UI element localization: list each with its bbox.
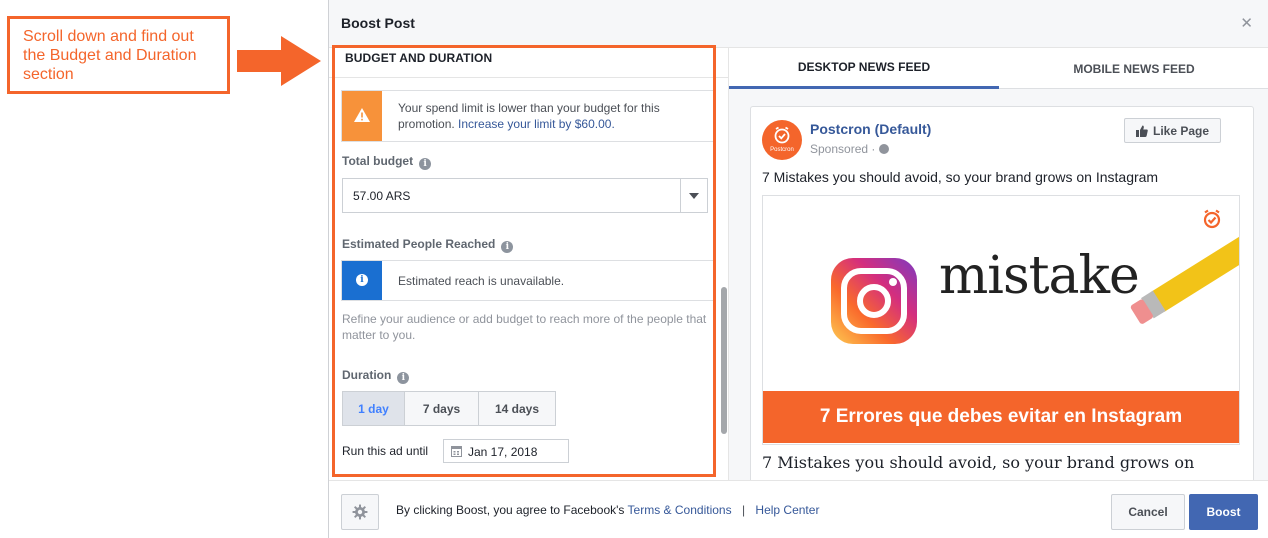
separator: | xyxy=(741,503,746,517)
gear-icon xyxy=(352,504,368,520)
post-image[interactable]: mistake 7 Errores que debes evitar en In… xyxy=(762,195,1240,445)
pencil-eraser-icon xyxy=(1130,236,1239,324)
info-circle-icon: i xyxy=(342,261,382,300)
arrow-right-icon xyxy=(237,36,321,86)
page-name-link[interactable]: Postcron (Default) xyxy=(810,121,931,137)
chevron-down-icon[interactable] xyxy=(680,179,707,212)
tab-mobile-news-feed[interactable]: MOBILE NEWS FEED xyxy=(999,48,1268,89)
duration-selector: 1 day 7 days 14 days xyxy=(342,391,556,426)
preview-tabs: DESKTOP NEWS FEED MOBILE NEWS FEED xyxy=(729,48,1268,89)
increase-limit-link[interactable]: Increase your limit by $60.00. xyxy=(458,117,615,131)
section-title: BUDGET AND DURATION xyxy=(345,51,493,65)
image-banner: 7 Errores que debes evitar en Instagram xyxy=(763,391,1239,443)
section-header: BUDGET AND DURATION xyxy=(329,48,728,78)
spend-limit-warning: Your spend limit is lower than your budg… xyxy=(341,90,715,142)
tutorial-callout: Scroll down and find out the Budget and … xyxy=(7,16,230,94)
instagram-icon xyxy=(831,258,917,344)
info-icon[interactable]: i xyxy=(419,158,432,170)
scrollbar[interactable] xyxy=(721,287,727,434)
settings-pane: BUDGET AND DURATION Your spend limit is … xyxy=(329,48,729,480)
total-budget-value: 57.00 ARS xyxy=(353,189,411,203)
info-icon[interactable]: i xyxy=(501,241,514,253)
terms-link[interactable]: Terms & Conditions xyxy=(628,503,732,517)
end-date-field[interactable]: Jan 17, 2018 xyxy=(443,439,569,463)
dialog-header: Boost Post ✕ xyxy=(329,0,1268,48)
duration-14-days[interactable]: 14 days xyxy=(479,392,555,425)
cancel-button[interactable]: Cancel xyxy=(1111,494,1185,530)
total-budget-label: Total budget i xyxy=(342,154,432,170)
reach-info-box: i Estimated reach is unavailable. xyxy=(341,260,715,301)
total-budget-select[interactable]: 57.00 ARS xyxy=(342,178,708,213)
dialog-title: Boost Post xyxy=(341,15,415,31)
tab-desktop-news-feed[interactable]: DESKTOP NEWS FEED xyxy=(729,48,999,89)
close-icon[interactable]: ✕ xyxy=(1240,14,1253,32)
thumbs-up-icon xyxy=(1135,125,1148,137)
callout-text: Scroll down and find out the Budget and … xyxy=(23,28,197,83)
clock-check-icon xyxy=(774,126,790,144)
warning-text: Your spend limit is lower than your budg… xyxy=(398,101,660,131)
boost-button[interactable]: Boost xyxy=(1189,494,1258,530)
post-text: 7 Mistakes you should avoid, so your bra… xyxy=(762,169,1159,185)
run-until-label: Run this ad until xyxy=(342,444,429,458)
settings-button[interactable] xyxy=(341,494,379,530)
postcron-logo-icon xyxy=(1203,209,1221,229)
boost-post-dialog: Boost Post ✕ BUDGET AND DURATION Your sp… xyxy=(328,0,1268,538)
duration-label: Duration i xyxy=(342,368,410,384)
link-headline[interactable]: 7 Mistakes you should avoid, so your bra… xyxy=(762,453,1194,472)
estimated-reach-label: Estimated People Reached i xyxy=(342,237,514,253)
avatar-label: Postcron xyxy=(770,147,794,153)
info-icon[interactable]: i xyxy=(397,372,410,384)
duration-7-days[interactable]: 7 days xyxy=(405,392,479,425)
avatar[interactable]: Postcron xyxy=(762,120,802,160)
image-word: mistake xyxy=(939,246,1140,306)
duration-1-day[interactable]: 1 day xyxy=(343,392,405,425)
help-center-link[interactable]: Help Center xyxy=(755,503,819,517)
reach-info-text: Estimated reach is unavailable. xyxy=(398,274,565,288)
sponsored-label: Sponsored · xyxy=(810,142,889,156)
end-date-value: Jan 17, 2018 xyxy=(468,445,538,459)
dialog-footer: By clicking Boost, you agree to Facebook… xyxy=(329,480,1268,538)
preview-pane: DESKTOP NEWS FEED MOBILE NEWS FEED Postc… xyxy=(729,48,1268,480)
post-preview-card: Postcron Postcron (Default) Sponsored · … xyxy=(750,106,1254,480)
globe-icon xyxy=(878,144,889,154)
like-page-button[interactable]: Like Page xyxy=(1124,118,1221,143)
calendar-icon xyxy=(451,446,462,457)
warning-icon xyxy=(342,91,382,141)
terms-notice: By clicking Boost, you agree to Facebook… xyxy=(396,503,820,517)
refine-hint: Refine your audience or add budget to re… xyxy=(342,312,707,342)
